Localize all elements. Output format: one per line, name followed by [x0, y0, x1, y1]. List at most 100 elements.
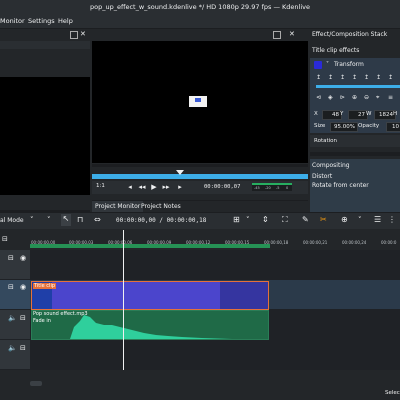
waveform-shape: [70, 315, 232, 339]
close-icon[interactable]: ✕: [289, 30, 295, 38]
chevron-down-icon[interactable]: ˅: [358, 216, 362, 224]
title-clip[interactable]: Title clip: [31, 281, 269, 310]
razor-tool-icon[interactable]: ⊓: [77, 215, 83, 224]
size-field[interactable]: 95.00%: [330, 122, 358, 132]
w-label: W: [366, 111, 372, 117]
compositing-section: Compositing Distort Rotate from center: [310, 159, 400, 214]
clip-section: [220, 282, 268, 309]
x-field[interactable]: 48: [322, 110, 342, 120]
timeline-ruler[interactable]: ⊟ 00:00:00,00 00:00:00,03 00:00:00,06 00…: [0, 229, 400, 249]
spacer-tool-icon[interactable]: ⇔: [94, 215, 101, 224]
keyframe-icon[interactable]: ↥: [376, 74, 381, 81]
audio-clip[interactable]: Pop sound effect.mp3 Fade in: [31, 310, 269, 340]
size-opacity-row: Size 95.00% Opacity 10: [310, 122, 400, 132]
keyframe-options-icon[interactable]: ⌖: [376, 94, 379, 102]
audio-meter-bar: [252, 183, 292, 185]
clip-monitor-panel: ✕ ◂ ◂◂ ▶ ▸▸: [0, 29, 90, 226]
timeline-timecode: 00:00:00,00 / 00:00:00,18: [116, 217, 207, 224]
title-bar: pop_up_effect_w_sound.kdenlive */ HD 108…: [0, 0, 400, 14]
prev-frame-icon[interactable]: ◂: [126, 183, 134, 192]
list-item-rotate[interactable]: Rotate from center: [312, 182, 369, 189]
clip-monitor-video[interactable]: [0, 77, 90, 195]
chevron-down-icon[interactable]: ˅: [30, 216, 34, 224]
zoom-select[interactable]: 1:1: [96, 183, 105, 189]
clip-name: Title clip: [33, 283, 57, 289]
chevron-down-icon[interactable]: ˅: [246, 216, 250, 224]
title-overlay-graphic: [195, 98, 201, 102]
keyframe-icon[interactable]: ↥: [388, 74, 393, 81]
select-tool-icon[interactable]: ↖: [61, 214, 71, 226]
close-icon[interactable]: ✕: [80, 30, 86, 38]
lock-icon[interactable]: ⊟: [8, 283, 14, 291]
keyframe-options-icon[interactable]: ⊕: [352, 94, 357, 101]
grid-icon[interactable]: ⊞: [233, 215, 240, 224]
list-item-distort[interactable]: Distort: [312, 173, 332, 180]
project-monitor-controls: 1:1 ◂ ◂◂ ▶ ▸▸ ▸ 00:00:00,07 -45 -20 -5 0: [92, 181, 308, 194]
keyframe-icon[interactable]: ↥: [328, 74, 333, 81]
lock-icon[interactable]: ⊟: [20, 344, 26, 352]
float-icon[interactable]: [273, 31, 281, 39]
effect-enable-icon[interactable]: [314, 61, 322, 69]
audio-meter-label: 0: [286, 186, 289, 190]
horizontal-scrollbar[interactable]: [30, 381, 42, 386]
play-icon[interactable]: ▶: [150, 183, 158, 192]
ruler-label: 00:00:00,21: [303, 240, 328, 245]
project-monitor-video[interactable]: [92, 41, 308, 163]
visibility-icon[interactable]: ◉: [20, 254, 26, 262]
keyframe-icon[interactable]: ↥: [316, 74, 321, 81]
timeline-toolbar: al Mode ˅ ˅ ↖ ⊓ ⇔ 00:00:00,00 / 00:00:00…: [0, 212, 400, 230]
more-icon[interactable]: ⋮: [388, 215, 396, 224]
speaker-icon[interactable]: 🔈: [8, 344, 17, 352]
snap-icon[interactable]: ✎: [302, 215, 309, 224]
lock-icon[interactable]: ⊟: [20, 314, 26, 322]
prev-keyframe-icon[interactable]: ⊲: [316, 94, 321, 101]
next-frame-icon[interactable]: ▸: [176, 183, 184, 192]
keyframe-options-icon[interactable]: ≡: [388, 94, 393, 101]
menu-monitor[interactable]: Monitor: [0, 14, 25, 28]
opacity-label: Opacity: [358, 123, 380, 129]
effect-name[interactable]: Transform: [334, 61, 364, 68]
effect-stack-panel: Effect/Composition Stack Title clip effe…: [310, 29, 400, 214]
rotation-row: Rotation: [310, 135, 400, 147]
visibility-icon[interactable]: ◉: [20, 283, 26, 291]
add-keyframe-icon[interactable]: ◈: [328, 94, 333, 101]
track-lock-icon[interactable]: ⊟: [2, 235, 8, 243]
record-audio-icon[interactable]: ✂: [320, 215, 327, 224]
menu-settings[interactable]: Settings: [28, 14, 55, 28]
keyframe-toolbar: ↥ ↥ ↥ ↥ ↥ ↥ ↥: [316, 74, 400, 82]
keyframe-icon[interactable]: ↥: [340, 74, 345, 81]
fast-forward-icon[interactable]: ▸▸: [162, 183, 170, 192]
pan-icon[interactable]: ⇕: [262, 215, 269, 224]
clip-monitor-toolbar: [0, 41, 90, 49]
chevron-down-icon[interactable]: ˅: [47, 216, 51, 224]
project-monitor-scrubber[interactable]: [92, 170, 308, 179]
float-icon[interactable]: [70, 31, 78, 39]
keyframe-timeline[interactable]: [316, 85, 400, 88]
window-title: pop_up_effect_w_sound.kdenlive */ HD 108…: [90, 3, 310, 11]
next-keyframe-icon[interactable]: ⊳: [340, 94, 345, 101]
timeline-playhead[interactable]: [123, 230, 124, 370]
settings-icon[interactable]: ☰: [374, 215, 381, 224]
rewind-icon[interactable]: ◂◂: [138, 183, 146, 192]
monitor-top-strip: [92, 164, 308, 167]
track-header-v2: ⊟ ◉: [0, 250, 30, 279]
menu-help[interactable]: Help: [58, 14, 73, 28]
keyframe-icon[interactable]: ↥: [364, 74, 369, 81]
y-field[interactable]: 27: [348, 110, 368, 120]
speaker-icon[interactable]: 🔈: [8, 314, 17, 322]
keyframe-controls: ⊲ ◈ ⊳ ⊕ ⊖ ⌖ ≡: [316, 94, 400, 104]
lock-icon[interactable]: ⊟: [8, 254, 14, 262]
tab-project-notes[interactable]: Project Notes: [138, 201, 184, 212]
playhead-marker[interactable]: [176, 170, 184, 175]
opacity-field[interactable]: 10: [386, 122, 400, 132]
zone-bar[interactable]: [30, 244, 270, 248]
x-label: X: [314, 111, 318, 117]
keyframe-options-icon[interactable]: ⊖: [364, 94, 369, 101]
chevron-down-icon[interactable]: ˅: [326, 61, 329, 68]
y-label: Y: [340, 111, 344, 117]
edit-mode-select[interactable]: al Mode: [0, 217, 24, 224]
fit-zoom-icon[interactable]: ⛶: [282, 215, 288, 225]
monitor-timecode[interactable]: 00:00:00,07: [204, 184, 240, 190]
marker-icon[interactable]: ⊕: [341, 215, 348, 224]
keyframe-icon[interactable]: ↥: [352, 74, 357, 81]
